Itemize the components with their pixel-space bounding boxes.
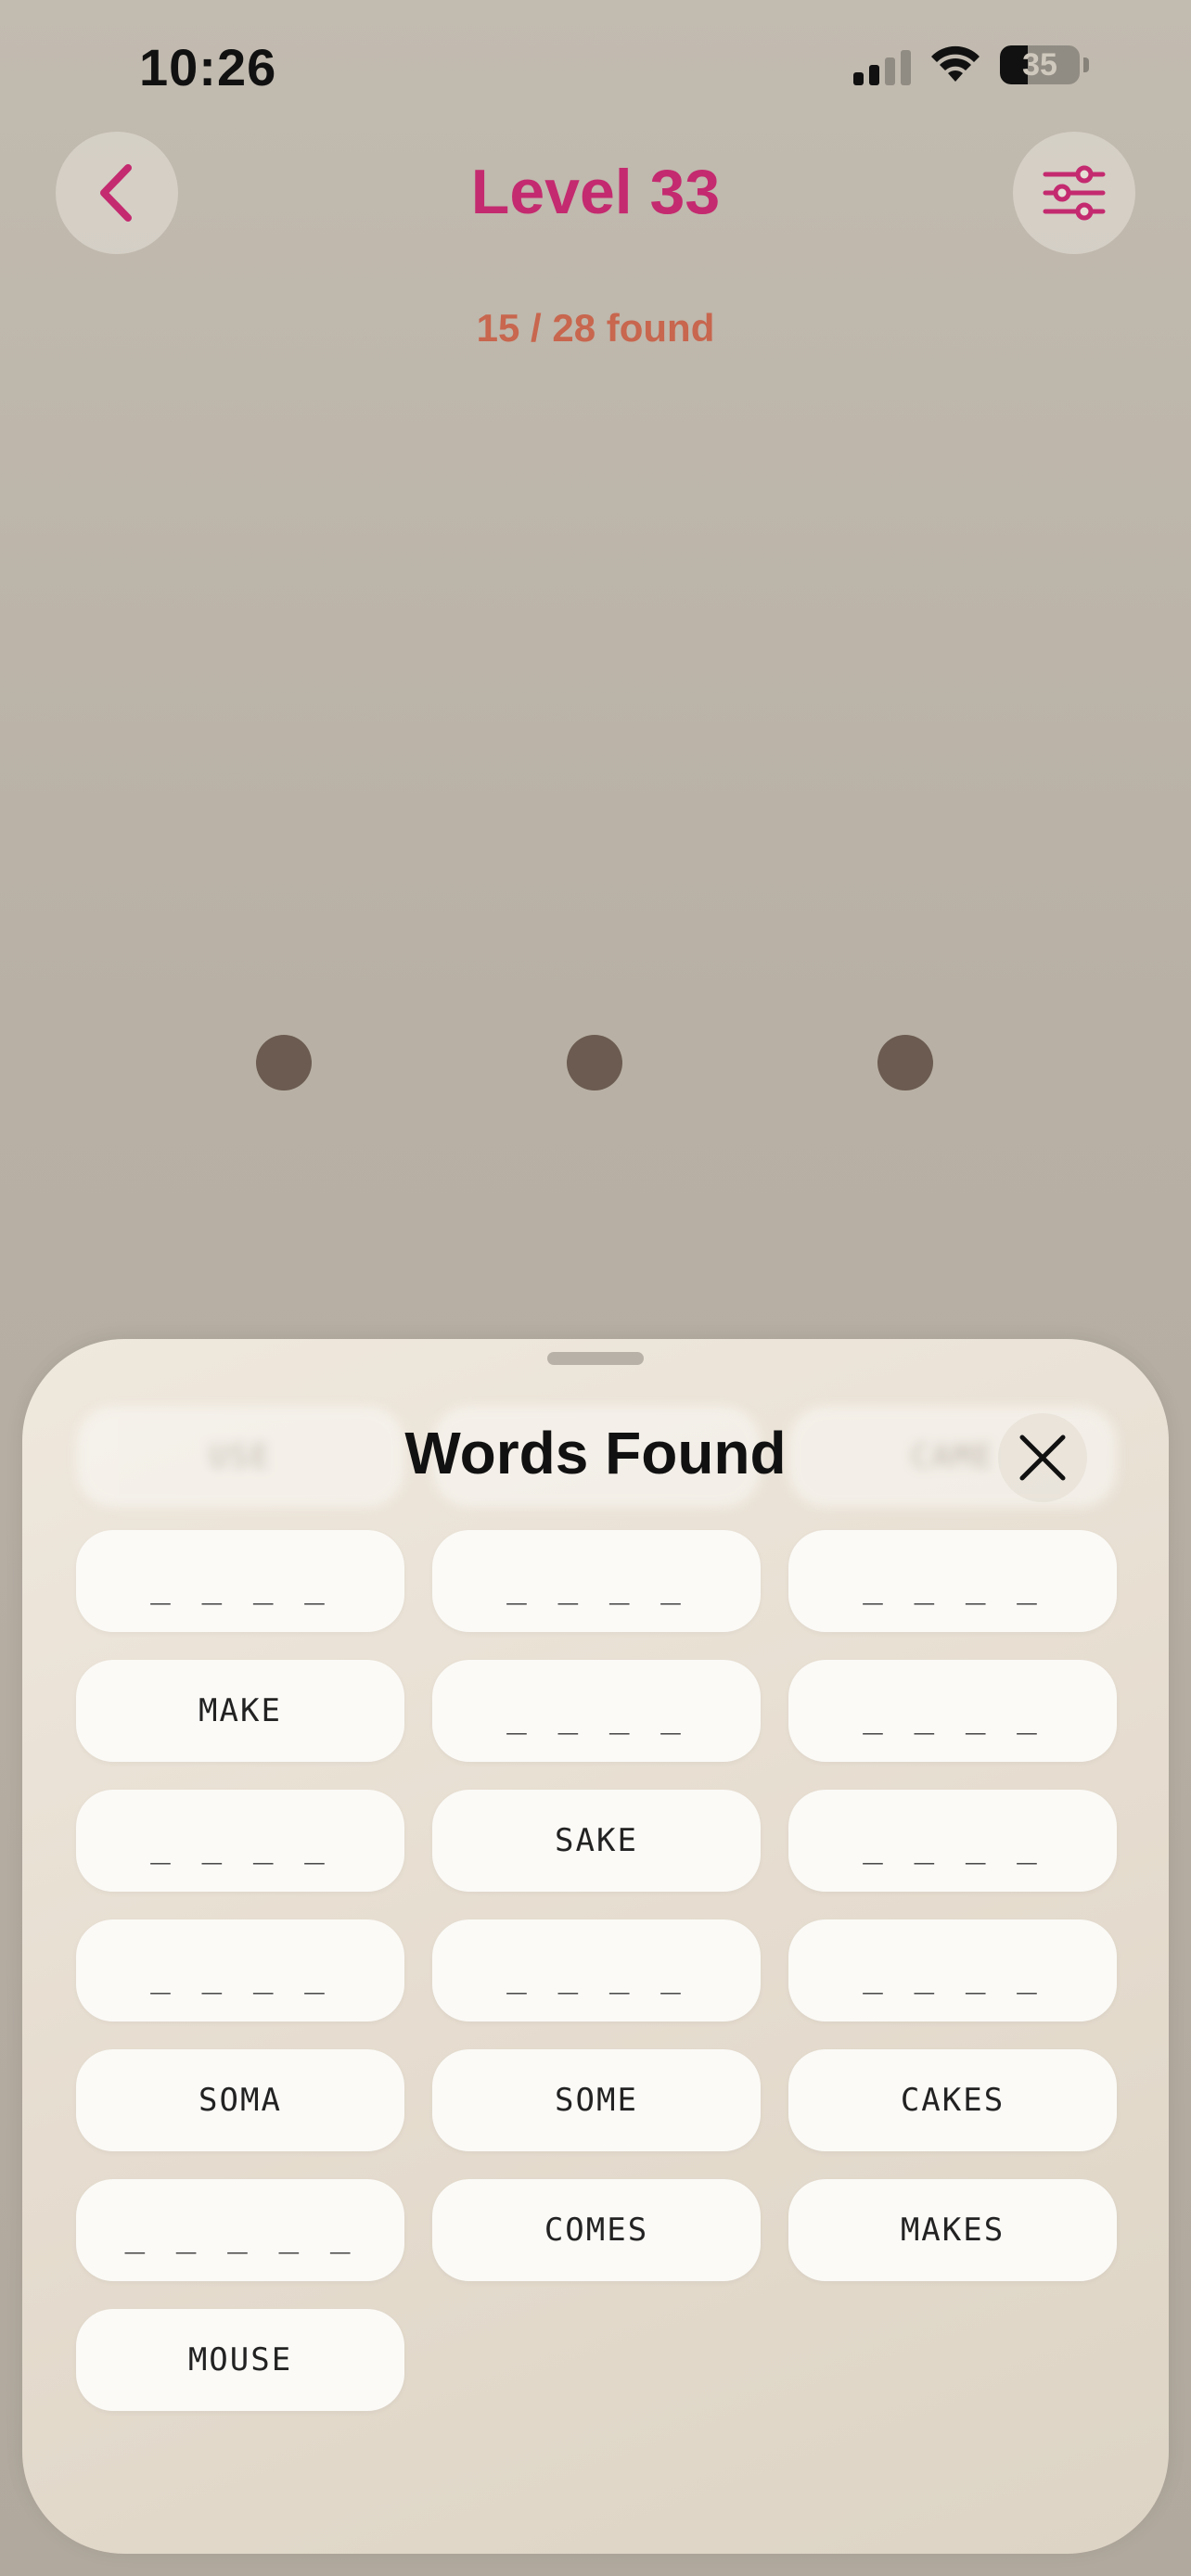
word-tile-hidden: _ _ _ _ <box>432 1919 761 2021</box>
word-tile-found: COMES <box>432 2179 761 2281</box>
word-tile-hidden: _ _ _ _ <box>76 1919 404 2021</box>
word-tile-hidden: _ _ _ _ <box>788 1790 1117 1892</box>
word-tile-found: SOMA <box>76 2049 404 2151</box>
words-found-progress: 15 / 28 found <box>476 306 715 350</box>
battery-icon: 35 <box>1000 45 1080 84</box>
word-tile-hidden: _ _ _ _ <box>788 1919 1117 2021</box>
settings-button[interactable] <box>1013 132 1135 254</box>
word-tile-found: SOME <box>432 2049 761 2151</box>
battery-nub <box>1083 57 1089 72</box>
word-tile-found: CAKES <box>788 2049 1117 2151</box>
sheet-title: Words Found <box>404 1420 787 1486</box>
letter-dot[interactable] <box>567 1035 622 1090</box>
battery-percent: 35 <box>1022 46 1057 83</box>
word-tile-hidden: _ _ _ _ <box>432 1530 761 1632</box>
word-tile-hidden: _ _ _ _ <box>788 1660 1117 1762</box>
letter-dot[interactable] <box>877 1035 933 1090</box>
word-tile-hidden: _ _ _ _ <box>432 1660 761 1762</box>
sliders-icon <box>1043 165 1106 221</box>
status-indicators: 35 <box>853 45 1089 85</box>
wifi-icon <box>931 45 980 82</box>
word-tile-hidden: _ _ _ _ <box>76 1530 404 1632</box>
word-tile-found: MAKE <box>76 1660 404 1762</box>
words-found-sheet: USE CAME Words Found _ _ _ _ _ _ _ _ _ _… <box>22 1339 1169 2554</box>
word-tile-found: MOUSE <box>76 2309 404 2411</box>
words-grid: _ _ _ _ _ _ _ _ _ _ _ _ MAKE _ _ _ _ _ _… <box>76 1530 1117 2411</box>
word-tile-hidden: _ _ _ _ <box>76 1790 404 1892</box>
close-icon <box>1019 1435 1066 1481</box>
word-tile-found: SAKE <box>432 1790 761 1892</box>
sheet-grabber[interactable] <box>547 1352 644 1365</box>
status-time: 10:26 <box>139 38 277 96</box>
cellular-signal-icon <box>853 45 911 85</box>
word-tile-hidden: _ _ _ _ _ <box>76 2179 404 2281</box>
letter-dot[interactable] <box>256 1035 312 1090</box>
word-tile-hidden: _ _ _ _ <box>788 1530 1117 1632</box>
close-button[interactable] <box>998 1413 1087 1502</box>
word-tile-found: MAKES <box>788 2179 1117 2281</box>
